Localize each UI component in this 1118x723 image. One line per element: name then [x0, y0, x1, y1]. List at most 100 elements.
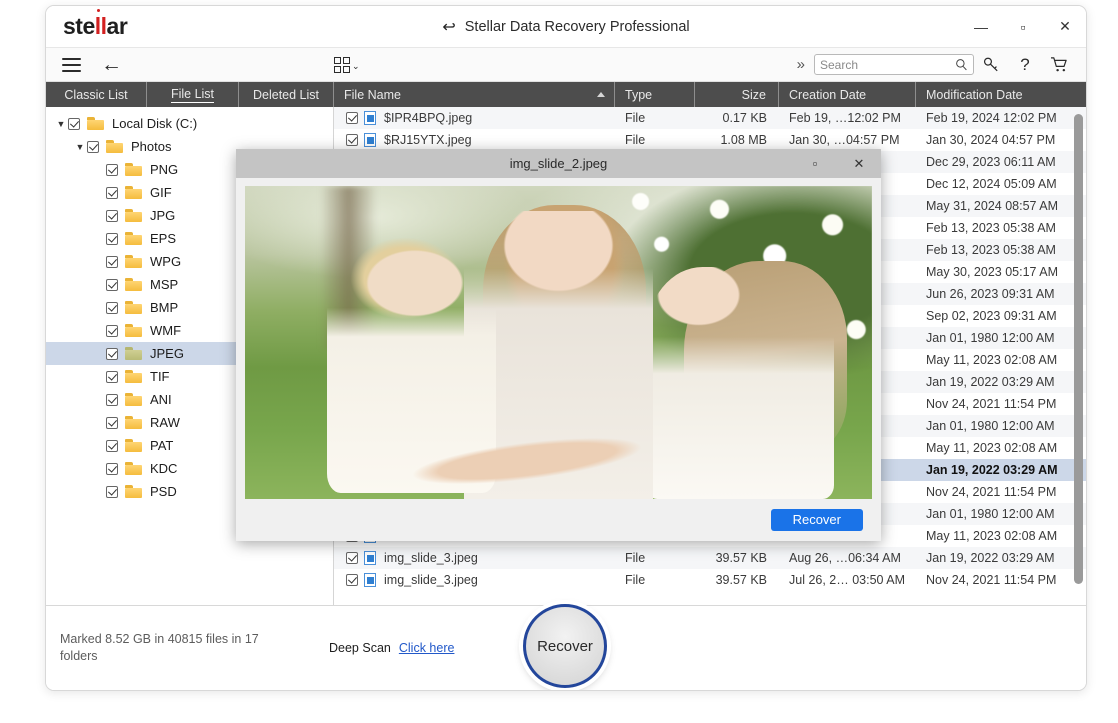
- column-label: Type: [625, 87, 653, 102]
- column-header-file-name[interactable]: File Name: [334, 82, 615, 107]
- file-row-checkbox[interactable]: [346, 574, 358, 586]
- file-modification-date-cell: Jan 19, 2022 03:29 AM: [926, 375, 1055, 389]
- tree-item-label: MSP: [150, 277, 179, 292]
- tree-item-label: JPEG: [150, 346, 184, 361]
- tree-item-checkbox[interactable]: [106, 301, 118, 314]
- key-icon[interactable]: [974, 55, 1008, 74]
- tree-item-checkbox[interactable]: [106, 370, 118, 383]
- folder-icon: [125, 370, 142, 383]
- folder-icon: [125, 462, 142, 475]
- logo-text-mid: ll: [94, 9, 107, 39]
- file-row-checkbox[interactable]: [346, 552, 358, 564]
- tree-item-checkbox[interactable]: [106, 439, 118, 452]
- tree-item-local-disk-c[interactable]: ▼ Local Disk (C:): [46, 112, 333, 135]
- file-modification-date-cell: Jan 01, 1980 12:00 AM: [926, 419, 1055, 433]
- tree-item-checkbox[interactable]: [106, 393, 118, 406]
- main-toolbar: ← ⌄ » ?: [46, 47, 1086, 82]
- hamburger-menu-icon[interactable]: [62, 57, 81, 72]
- file-creation-date-cell: Feb 19, …12:02 PM: [789, 111, 901, 125]
- minimize-button[interactable]: —: [960, 6, 1002, 47]
- dialog-footer: Recover: [236, 499, 881, 540]
- file-modification-date-cell: May 30, 2023 05:17 AM: [926, 265, 1059, 279]
- close-button[interactable]: ✕: [1044, 6, 1086, 47]
- file-size-cell: 39.57 KB: [715, 551, 767, 565]
- column-label: File Name: [344, 87, 401, 102]
- tree-item-checkbox[interactable]: [106, 485, 118, 498]
- column-header-modification-date[interactable]: Modification Date: [916, 82, 1086, 107]
- file-modification-date-cell: Feb 13, 2023 05:38 AM: [926, 243, 1056, 257]
- tree-item-checkbox[interactable]: [68, 117, 80, 130]
- table-row[interactable]: $RJ15YTX.jpeg File 1.08 MB Jan 30, …04:57 P…: [334, 129, 1086, 151]
- tree-item-checkbox[interactable]: [106, 209, 118, 222]
- folder-icon: [125, 439, 142, 452]
- back-arrow-icon[interactable]: ←: [101, 54, 122, 75]
- deep-scan-label: Deep Scan: [329, 641, 391, 655]
- table-row[interactable]: $IPR4BPQ.jpeg File 0.17 KB Feb 19, …12:02 P…: [334, 107, 1086, 129]
- tree-item-checkbox[interactable]: [106, 347, 118, 360]
- tree-item-label: RAW: [150, 415, 180, 430]
- tree-item-checkbox[interactable]: [106, 278, 118, 291]
- file-row-checkbox[interactable]: [346, 112, 358, 124]
- file-name-cell: $RJ15YTX.jpeg: [334, 133, 615, 147]
- overflow-chevron-icon[interactable]: »: [797, 56, 805, 73]
- window-title-group: ↩ Stellar Data Recovery Professional: [46, 17, 1086, 37]
- file-modification-date-cell: Feb 19, 2024 12:02 PM: [926, 111, 1057, 125]
- folder-icon: [125, 416, 142, 429]
- column-label: Creation Date: [789, 87, 867, 102]
- tab-deleted-list[interactable]: Deleted List: [239, 82, 334, 107]
- application-window: ste ll ar ↩ Stellar Data Recovery Professi…: [45, 5, 1087, 691]
- file-type-cell: File: [625, 133, 646, 147]
- tree-item-label: WPG: [150, 254, 182, 269]
- tree-twisty-icon[interactable]: ▼: [73, 142, 87, 152]
- file-row-checkbox[interactable]: [346, 134, 358, 146]
- tree-item-checkbox[interactable]: [106, 163, 118, 176]
- help-icon[interactable]: ?: [1008, 55, 1042, 75]
- image-file-icon: [364, 573, 376, 587]
- preview-image: [245, 186, 872, 499]
- image-file-icon: [364, 111, 376, 125]
- grid-view-icon[interactable]: ⌄: [334, 56, 360, 73]
- column-header-type[interactable]: Type: [615, 82, 695, 107]
- file-type-cell: File: [625, 551, 646, 565]
- tree-item-label: PNG: [150, 162, 179, 177]
- cart-icon[interactable]: [1042, 56, 1076, 73]
- tab-classic-list[interactable]: Classic List: [46, 82, 147, 107]
- maximize-button[interactable]: ▫: [1002, 6, 1044, 47]
- recover-circle-button[interactable]: Recover: [523, 604, 607, 688]
- dialog-recover-button[interactable]: Recover: [770, 508, 863, 531]
- folder-icon: [125, 347, 142, 360]
- tab-file-list[interactable]: File List: [147, 82, 239, 107]
- deep-scan-link[interactable]: Click here: [399, 641, 455, 655]
- logo-text-post: ar: [106, 13, 128, 39]
- tree-item-checkbox[interactable]: [87, 140, 99, 153]
- search-box[interactable]: [814, 54, 974, 75]
- file-modification-date-cell: May 11, 2023 02:08 AM: [926, 353, 1058, 367]
- toolbar-right-group: » ?: [797, 54, 1086, 75]
- tree-twisty-icon[interactable]: ▼: [54, 119, 68, 129]
- file-size-cell: 0.17 KB: [722, 111, 767, 125]
- file-name-cell: img_slide_3.jpeg: [334, 573, 615, 587]
- column-header-size[interactable]: Size: [695, 82, 779, 107]
- tree-item-checkbox[interactable]: [106, 186, 118, 199]
- tree-item-checkbox[interactable]: [106, 324, 118, 337]
- dialog-close-button[interactable]: ✕: [837, 149, 881, 178]
- file-name-cell: $IPR4BPQ.jpeg: [334, 111, 615, 125]
- dialog-title-bar: img_slide_2.jpeg ▫ ✕: [236, 149, 881, 178]
- tree-item-checkbox[interactable]: [106, 462, 118, 475]
- scrollbar-thumb[interactable]: [1074, 114, 1083, 584]
- dialog-maximize-button[interactable]: ▫: [793, 149, 837, 178]
- search-input[interactable]: [820, 57, 955, 72]
- file-modification-date-cell: Jan 19, 2022 03:29 AM: [926, 463, 1058, 477]
- column-header-creation-date[interactable]: Creation Date: [779, 82, 916, 107]
- window-title: Stellar Data Recovery Professional: [464, 18, 690, 35]
- image-file-icon: [364, 551, 376, 565]
- tree-item-checkbox[interactable]: [106, 255, 118, 268]
- file-list-scrollbar[interactable]: [1074, 110, 1083, 596]
- stellar-logo: ste ll ar: [63, 9, 128, 40]
- image-preview-dialog: img_slide_2.jpeg ▫ ✕ Recover: [236, 149, 881, 541]
- tree-item-checkbox[interactable]: [106, 416, 118, 429]
- tree-item-checkbox[interactable]: [106, 232, 118, 245]
- folder-icon: [125, 163, 142, 176]
- table-row[interactable]: img_slide_3.jpeg File 39.57 KB Jul 26, 2… 0…: [334, 569, 1086, 591]
- table-row[interactable]: img_slide_3.jpeg File 39.57 KB Aug 26, …06:…: [334, 547, 1086, 569]
